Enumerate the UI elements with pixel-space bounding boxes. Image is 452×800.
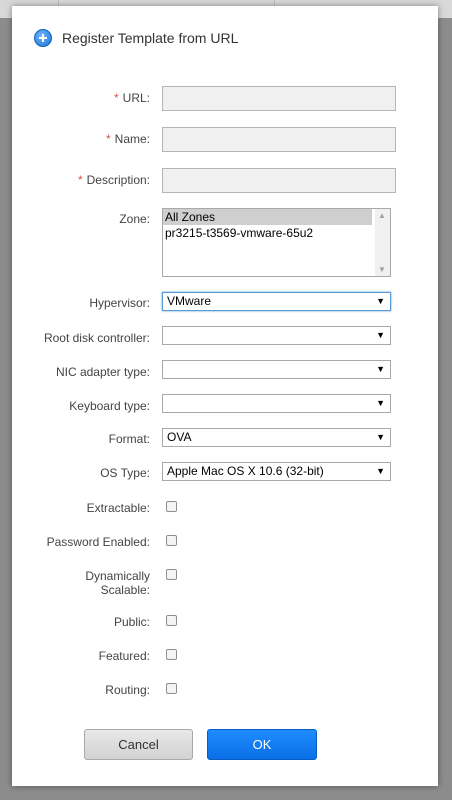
dynamically-scalable-checkbox[interactable] (166, 569, 177, 580)
format-select[interactable]: OVA ▼ (162, 428, 391, 447)
scroll-down-icon[interactable]: ▼ (378, 265, 386, 274)
routing-label: Routing: (105, 683, 150, 697)
dynamically-scalable-label: Dynamically Scalable: (85, 569, 150, 597)
ok-button[interactable]: OK (207, 729, 317, 760)
add-circle-icon (34, 29, 52, 47)
dialog-title: Register Template from URL (62, 30, 239, 46)
keyboard-type-label: Keyboard type: (69, 399, 150, 413)
format-label: Format: (108, 432, 150, 446)
nic-adapter-type-label: NIC adapter type: (55, 365, 150, 379)
featured-label: Featured: (98, 649, 150, 663)
url-label-text: URL: (122, 91, 150, 105)
required-marker: * (77, 173, 83, 187)
dynamically-scalable-label-line2: Scalable: (100, 583, 150, 597)
chevron-down-icon: ▼ (376, 466, 385, 476)
format-value: OVA (167, 430, 192, 444)
scroll-up-icon[interactable]: ▲ (378, 211, 386, 220)
url-input[interactable] (162, 86, 396, 111)
zone-scrollbar[interactable]: ▲ ▼ (375, 209, 390, 276)
chevron-down-icon: ▼ (376, 432, 385, 442)
hypervisor-value: VMware (167, 294, 212, 308)
password-enabled-checkbox[interactable] (166, 535, 177, 546)
extractable-checkbox[interactable] (166, 501, 177, 512)
zone-label: Zone: (119, 212, 150, 226)
chevron-down-icon: ▼ (376, 398, 385, 408)
required-marker: * (105, 132, 111, 146)
description-input[interactable] (162, 168, 396, 193)
url-label: * URL: (114, 91, 150, 105)
zone-listbox[interactable]: All Zones pr3215-t3569-vmware-65u2 ▲ ▼ (162, 208, 391, 277)
dynamically-scalable-label-line1: Dynamically (85, 569, 150, 583)
name-label-text: Name: (114, 132, 150, 146)
zone-option-vmware[interactable]: pr3215-t3569-vmware-65u2 (163, 225, 372, 241)
zone-option-all-zones[interactable]: All Zones (163, 209, 372, 225)
os-type-select[interactable]: Apple Mac OS X 10.6 (32-bit) ▼ (162, 462, 391, 481)
chevron-down-icon: ▼ (376, 364, 385, 374)
os-type-label: OS Type: (100, 466, 150, 480)
name-label: * Name: (106, 132, 150, 146)
register-template-dialog: Register Template from URL * URL: * Name: … (12, 6, 438, 786)
description-label: * Description: (78, 173, 150, 187)
public-checkbox[interactable] (166, 615, 177, 626)
dialog-header: Register Template from URL (34, 29, 238, 47)
hypervisor-label: Hypervisor: (89, 296, 150, 310)
password-enabled-label: Password Enabled: (46, 535, 150, 549)
os-type-value: Apple Mac OS X 10.6 (32-bit) (167, 464, 324, 478)
hypervisor-select[interactable]: VMware ▼ (162, 292, 391, 311)
cancel-button[interactable]: Cancel (84, 729, 193, 760)
root-disk-controller-label: Root disk controller: (43, 331, 150, 345)
keyboard-type-select[interactable]: ▼ (162, 394, 391, 413)
chevron-down-icon: ▼ (376, 296, 385, 306)
nic-adapter-type-select[interactable]: ▼ (162, 360, 391, 379)
public-label: Public: (113, 615, 150, 629)
extractable-label: Extractable: (86, 501, 150, 515)
routing-checkbox[interactable] (166, 683, 177, 694)
name-input[interactable] (162, 127, 396, 152)
description-label-text: Description: (86, 173, 150, 187)
featured-checkbox[interactable] (166, 649, 177, 660)
root-disk-controller-select[interactable]: ▼ (162, 326, 391, 345)
required-marker: * (113, 91, 119, 105)
chevron-down-icon: ▼ (376, 330, 385, 340)
